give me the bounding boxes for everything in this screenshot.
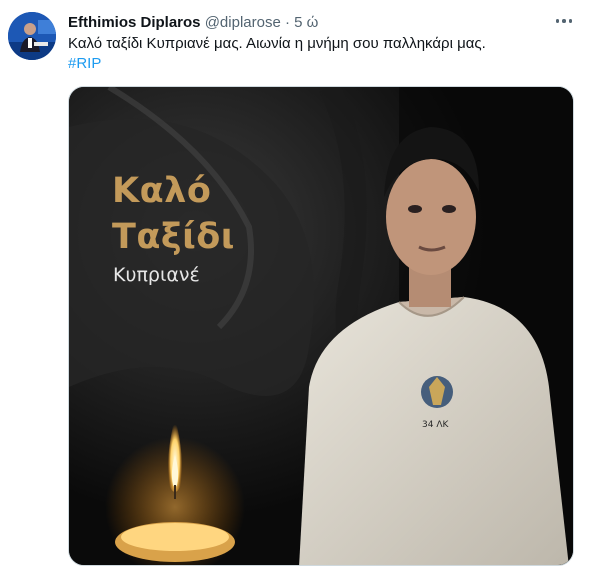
more-options-button[interactable] [550, 10, 578, 32]
tweet-media-image[interactable]: Καλό Ταξίδι Κυπριανέ 34 ΛΚ [68, 86, 574, 566]
memorial-title-line2: Ταξίδι [112, 217, 235, 257]
tweet[interactable]: Efthimios Diplaros @diplarose · 5 ώ Καλό… [0, 0, 592, 566]
avatar-image [8, 12, 56, 60]
memorial-subtitle: Κυπριανέ [113, 264, 200, 286]
more-horizontal-icon [555, 19, 560, 23]
tweet-text: Καλό ταξίδι Κυπριανέ μας. Αιωνία η μνήμη… [68, 35, 486, 52]
separator-dot: · [284, 14, 290, 31]
memorial-photo [69, 87, 573, 565]
author-name[interactable]: Efthimios Diplaros [68, 14, 201, 31]
author-handle[interactable]: @diplarose [205, 14, 281, 31]
memorial-title-line1: Καλό [112, 171, 212, 211]
avatar[interactable] [8, 12, 56, 60]
tweet-header: Efthimios Diplaros @diplarose · 5 ώ [68, 13, 318, 33]
timestamp[interactable]: 5 ώ [294, 14, 318, 31]
shirt-badge-text: 34 ΛΚ [422, 420, 449, 430]
hashtag-link[interactable]: #RIP [68, 54, 101, 74]
